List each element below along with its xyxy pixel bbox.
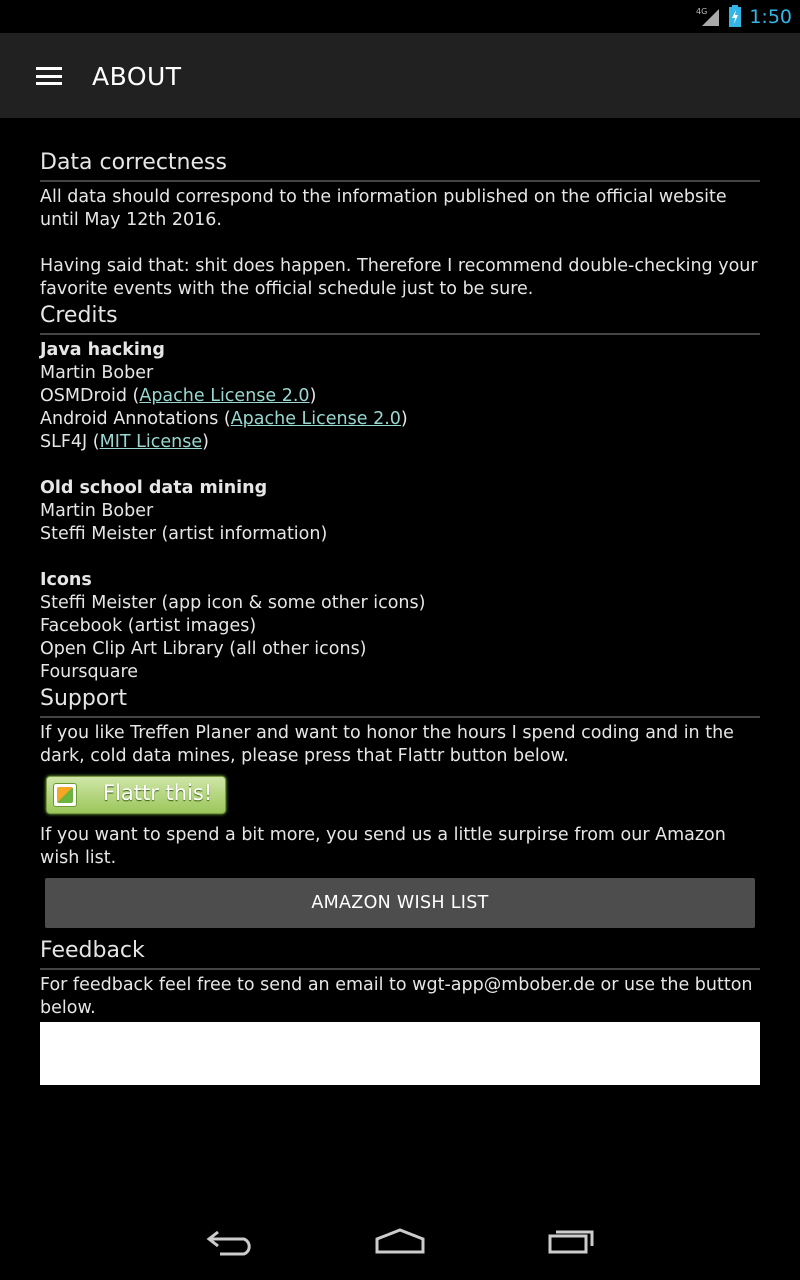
support-text-2: If you want to spend a bit more, you sen… <box>40 825 726 868</box>
amazon-wish-list-button[interactable]: AMAZON WISH LIST <box>45 878 755 928</box>
data-correctness-text-1: All data should correspond to the inform… <box>40 187 727 230</box>
section-heading-data-correctness: Data correctness <box>40 148 760 182</box>
credits-java-title: Java hacking <box>40 340 165 360</box>
hamburger-icon[interactable] <box>36 67 62 85</box>
recents-icon[interactable] <box>547 1226 595 1256</box>
feedback-button[interactable] <box>40 1022 760 1085</box>
home-icon[interactable] <box>374 1226 426 1256</box>
credit-line: Steffi Meister (app icon & some other ic… <box>40 593 426 613</box>
data-correctness-text-2: Having said that: shit does happen. Ther… <box>40 256 758 299</box>
section-heading-credits: Credits <box>40 301 760 335</box>
network-type: 4G <box>696 7 707 16</box>
support-text-1: If you like Treffen Planer and want to h… <box>40 723 734 766</box>
page-title: ABOUT <box>92 62 182 91</box>
credits-mining-title: Old school data mining <box>40 478 268 498</box>
navigation-bar <box>0 1200 800 1280</box>
feedback-text: For feedback feel free to send an email … <box>40 975 753 1018</box>
credit-line: Foursquare <box>40 662 139 682</box>
credit-line: Steffi Meister (artist information) <box>40 524 328 544</box>
credit-line: Open Clip Art Library (all other icons) <box>40 639 367 659</box>
back-icon[interactable] <box>206 1226 254 1256</box>
apache-license-link[interactable]: Apache License 2.0 <box>231 409 401 429</box>
section-heading-support: Support <box>40 684 760 718</box>
flattr-button[interactable]: Flattr this! <box>46 776 226 814</box>
section-heading-feedback: Feedback <box>40 936 760 970</box>
signal-icon: 4G <box>696 7 719 26</box>
credit-line: SLF4J (MIT License) <box>40 432 209 452</box>
flattr-button-label: Flattr this! <box>103 781 213 805</box>
apache-license-link[interactable]: Apache License 2.0 <box>139 386 309 406</box>
credit-line: OSMDroid (Apache License 2.0) <box>40 386 317 406</box>
mit-license-link[interactable]: MIT License <box>100 432 203 452</box>
action-bar: ABOUT <box>0 33 800 118</box>
credit-line: Martin Bober <box>40 501 154 521</box>
credit-line: Android Annotations (Apache License 2.0) <box>40 409 408 429</box>
clock: 1:50 <box>749 6 792 28</box>
flattr-logo-icon <box>53 783 77 807</box>
credit-line: Facebook (artist images) <box>40 616 257 636</box>
status-bar: 4G 1:50 <box>0 0 800 33</box>
credits-icons-title: Icons <box>40 570 92 590</box>
about-content: Data correctness All data should corresp… <box>40 148 760 1085</box>
credit-line: Martin Bober <box>40 363 154 383</box>
battery-charging-icon <box>729 5 741 27</box>
